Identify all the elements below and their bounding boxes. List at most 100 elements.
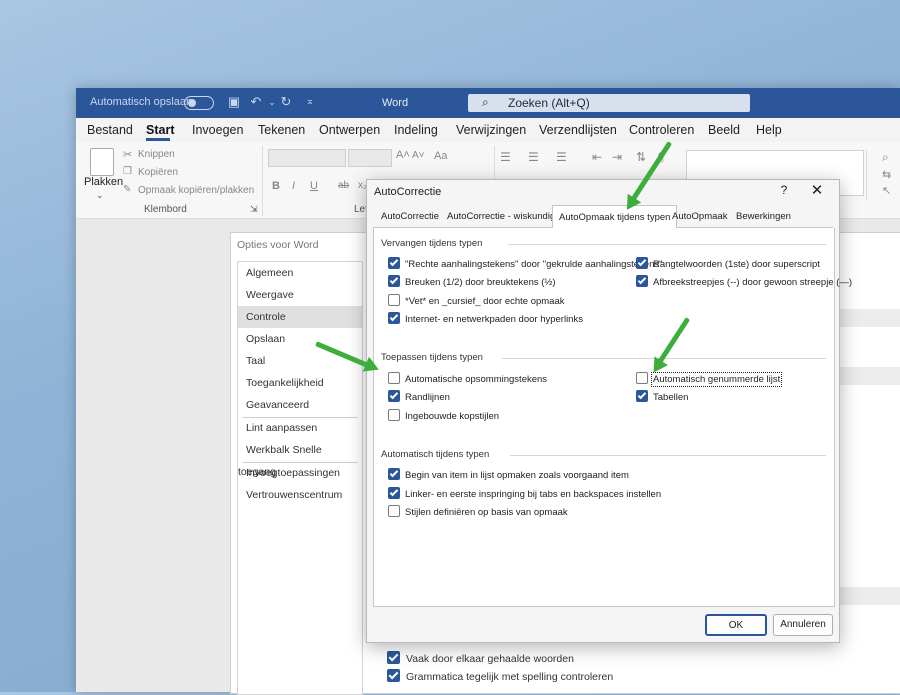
shrink-font-button[interactable]: A˅ — [412, 150, 425, 161]
section-divider — [508, 244, 826, 245]
paste-button[interactable]: Plakken — [84, 176, 123, 188]
option-hyperlinks[interactable]: Internet- en netwerkpaden door hyperlink… — [388, 312, 583, 325]
tab-controleren[interactable]: Controleren — [629, 123, 694, 137]
options-nav: Algemeen Weergave Controle Opslaan Taal … — [237, 261, 363, 695]
checkbox[interactable] — [388, 487, 400, 499]
option-ingebouwde-kopstijlen[interactable]: Ingebouwde kopstijlen — [388, 409, 499, 422]
checkbox[interactable] — [387, 669, 400, 682]
nav-item-controle[interactable]: Controle — [238, 306, 362, 328]
nav-item-geavanceerd[interactable]: Geavanceerd — [238, 394, 362, 416]
tab-beeld[interactable]: Beeld — [708, 123, 740, 137]
increase-indent-icon[interactable]: ⇥ — [612, 150, 622, 164]
italic-button[interactable]: I — [292, 180, 295, 192]
search-box[interactable]: ⌕ Zoeken (Alt+Q) — [468, 94, 750, 112]
autosave-toggle[interactable] — [184, 96, 214, 110]
tab-autoopmaak[interactable]: AutoOpmaak — [666, 207, 733, 227]
bullets-icon[interactable]: ☰ — [500, 150, 511, 164]
option-automatische-opsommingstekens[interactable]: Automatische opsommingstekens — [388, 372, 547, 385]
checkbox[interactable] — [636, 390, 648, 402]
sort-icon[interactable]: ⇅ — [636, 150, 646, 164]
search-icon: ⌕ — [482, 95, 489, 109]
ribbon-tabs: Bestand Start Invoegen Tekenen Ontwerpen… — [76, 118, 900, 142]
bold-button[interactable]: B — [272, 180, 280, 192]
checkbox[interactable] — [388, 390, 400, 402]
paste-dropdown-icon[interactable]: ⌄ — [96, 190, 104, 201]
nav-item-invoegtoepassingen[interactable]: Invoegtoepassingen — [238, 462, 362, 484]
customize-toolbar-icon[interactable]: ⌅ — [302, 94, 318, 110]
find-icon[interactable]: ⌕ — [882, 150, 889, 165]
undo-icon[interactable]: ↶ — [248, 94, 264, 110]
cut-button[interactable]: Knippen — [138, 149, 175, 160]
checkbox[interactable] — [388, 409, 400, 421]
section-label-vervangen: Vervangen tijdens typen — [381, 238, 483, 249]
option-breuken[interactable]: Breuken (1/2) door breuktekens (½) — [388, 275, 556, 288]
option-grammatica[interactable]: Grammatica tegelijk met spelling control… — [387, 669, 613, 683]
copy-button[interactable]: Kopiëren — [138, 167, 178, 178]
clipboard-icon[interactable] — [90, 148, 114, 176]
option-randlijnen[interactable]: Randlijnen — [388, 390, 450, 403]
tab-verwijzingen[interactable]: Verwijzingen — [456, 123, 526, 137]
numbering-icon[interactable]: ☰ — [528, 150, 539, 164]
nav-item-opslaan[interactable]: Opslaan — [238, 328, 362, 350]
checkbox[interactable] — [636, 257, 648, 269]
nav-item-weergave[interactable]: Weergave — [238, 284, 362, 306]
nav-item-toegankelijkheid[interactable]: Toegankelijkheid — [238, 372, 362, 394]
font-name-select[interactable] — [268, 149, 346, 167]
tab-ontwerpen[interactable]: Ontwerpen — [319, 123, 380, 137]
close-button[interactable]: ✕ — [809, 181, 825, 199]
save-icon[interactable]: ▣ — [226, 94, 242, 110]
tab-help[interactable]: Help — [756, 123, 782, 137]
tab-panel: Vervangen tijdens typen "Rechte aanhalin… — [373, 228, 852, 607]
font-size-select[interactable] — [348, 149, 392, 167]
tab-indeling[interactable]: Indeling — [394, 123, 438, 137]
checkbox[interactable] — [387, 651, 400, 664]
clipboard-launcher-icon[interactable]: ⇲ — [250, 204, 258, 215]
strikethrough-button[interactable]: ab — [338, 180, 349, 191]
tab-invoegen[interactable]: Invoegen — [192, 123, 243, 137]
checkbox[interactable] — [388, 294, 400, 306]
option-afbreekstreepjes[interactable]: Afbreekstreepjes (--) door gewoon streep… — [636, 275, 852, 288]
tab-start[interactable]: Start — [146, 123, 174, 137]
tab-autocorrectie[interactable]: AutoCorrectie — [375, 207, 445, 227]
nav-item-werkbalk-snelle-toegang[interactable]: Werkbalk Snelle toegang — [238, 439, 362, 478]
tab-autocorrectie-wiskundig[interactable]: AutoCorrectie - wiskundig — [441, 207, 561, 227]
option-rechte-aanhalingstekens[interactable]: "Rechte aanhalingstekens" door "gekrulde… — [388, 257, 663, 270]
help-button[interactable]: ? — [777, 183, 791, 197]
checkbox[interactable] — [388, 372, 400, 384]
ok-button[interactable]: OK — [705, 614, 767, 636]
select-icon[interactable]: ↖ — [882, 184, 891, 197]
checkbox[interactable] — [636, 372, 648, 384]
change-case-button[interactable]: Aa — [434, 150, 447, 162]
decrease-indent-icon[interactable]: ⇤ — [592, 150, 602, 164]
checkbox[interactable] — [388, 257, 400, 269]
option-stijlen-definieren[interactable]: Stijlen definiëren op basis van opmaak — [388, 505, 568, 518]
format-painter-button[interactable]: Opmaak kopiëren/plakken — [138, 185, 254, 196]
option-linker-inspringing[interactable]: Linker- en eerste inspringing bij tabs e… — [388, 487, 661, 500]
dialog-title: Opties voor Word — [237, 239, 319, 251]
option-rangtelwoorden[interactable]: Rangtelwoorden (1ste) door superscript — [636, 257, 820, 270]
autocorrect-dialog: AutoCorrectie ? ✕ AutoCorrectie AutoCorr… — [366, 179, 852, 643]
option-vet-cursief[interactable]: *Vet* en _cursief_ door echte opmaak — [388, 294, 565, 307]
checkbox[interactable] — [636, 275, 648, 287]
option-tabellen[interactable]: Tabellen — [636, 390, 688, 403]
checkbox[interactable] — [388, 312, 400, 324]
checkbox[interactable] — [388, 275, 400, 287]
tab-bewerkingen[interactable]: Bewerkingen — [730, 207, 797, 227]
tab-autoopmaak-tijdens-typen[interactable]: AutoOpmaak tijdens typen — [552, 205, 678, 229]
tab-verzendlijsten[interactable]: Verzendlijsten — [539, 123, 617, 137]
redo-icon[interactable]: ↻ — [278, 94, 294, 110]
tab-tekenen[interactable]: Tekenen — [258, 123, 305, 137]
nav-item-lint-aanpassen[interactable]: Lint aanpassen — [238, 417, 362, 439]
multilevel-list-icon[interactable]: ☰ — [556, 150, 567, 164]
option-begin-van-item[interactable]: Begin van item in lijst opmaken zoals vo… — [388, 468, 629, 481]
nav-item-vertrouwenscentrum[interactable]: Vertrouwenscentrum — [238, 484, 362, 506]
cancel-button[interactable]: Annuleren — [773, 614, 833, 636]
option-vaak-door-elkaar[interactable]: Vaak door elkaar gehaalde woorden — [387, 651, 574, 665]
replace-icon[interactable]: ⇆ — [882, 168, 891, 181]
nav-item-algemeen[interactable]: Algemeen — [238, 262, 362, 284]
checkbox[interactable] — [388, 468, 400, 480]
underline-button[interactable]: U — [310, 180, 318, 192]
checkbox[interactable] — [388, 505, 400, 517]
tab-bestand[interactable]: Bestand — [87, 123, 133, 137]
grow-font-button[interactable]: A˄ — [396, 149, 410, 161]
